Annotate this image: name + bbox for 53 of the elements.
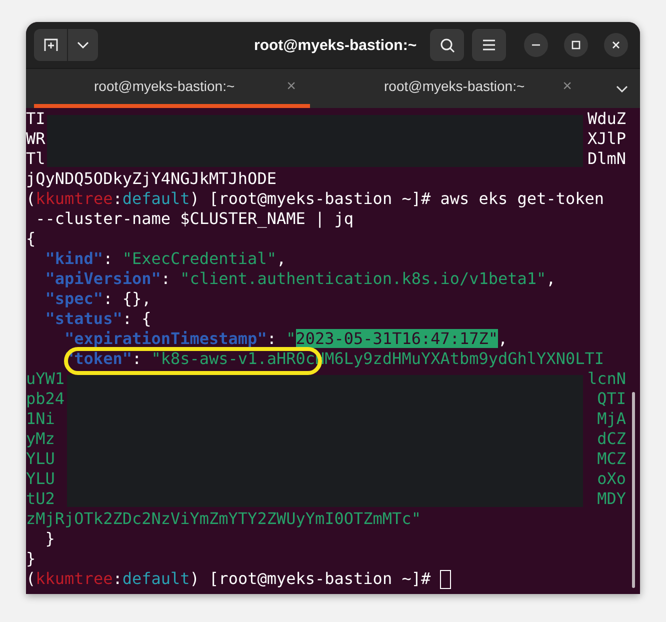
terminal-line: "status": { [44,309,152,329]
menu-icon [482,39,496,51]
terminal-line: "expirationTimestamp": "2023-05-31T16:47:17Z", [64,329,508,349]
terminal-text: oXo [597,469,626,489]
terminal-line: (kkumtree:default) [root@myeks-bastion ~]# [26,569,432,589]
terminal-text: Tl [26,149,46,169]
terminal-text: DlmN [587,149,626,169]
tab[interactable]: root@myeks-bastion:~ × [34,69,310,108]
terminal-text: yMz [26,429,55,449]
tab[interactable]: root@myeks-bastion:~ × [310,69,586,108]
terminal-text: XJlP [587,129,626,149]
terminal-text: WduZ [587,109,626,129]
terminal-line: --cluster-name $CLUSTER_NAME | jq [34,209,354,229]
terminal-text: pb24 [26,389,65,409]
terminal-text: WR [26,129,46,149]
terminal-text: uYW1 [26,369,65,389]
terminal-text: TI [26,109,46,129]
terminal-text: QTI [597,389,626,409]
minimize-icon [532,44,540,46]
terminal-line: } [26,549,36,569]
terminal-line: (kkumtree:default) [root@myeks-bastion ~]# aws eks get-token [26,189,604,209]
terminal-text: 1Ni [26,409,55,429]
terminal-text: MjA [597,409,626,429]
chevron-down-icon [77,41,89,49]
maximize-button[interactable] [564,33,588,57]
terminal-text: dCZ [597,429,626,449]
terminal-text: MDY [597,489,626,509]
terminal-line: { [26,229,36,249]
tab-close-button[interactable]: × [562,74,572,98]
new-tab-button[interactable] [34,29,68,61]
search-button[interactable] [430,29,464,61]
chevron-down-icon [616,84,628,92]
search-icon [440,38,454,52]
terminal-line: } [44,529,55,549]
maximize-icon [571,40,581,50]
terminal-line: zMjRjOTk2ZDc2NzViYmZmYTY2ZWUyYmI0OTZmMTc" [26,509,421,529]
minimize-button[interactable] [524,33,548,57]
window-title: root@myeks-bastion:~ [254,36,417,56]
close-icon [611,40,621,50]
terminal-line: "apiVersion": "client.authentication.k8s.io/v1beta1", [44,269,556,289]
terminal-text: MCZ [597,449,626,469]
terminal-text: YLU [26,469,55,489]
terminal-text: lcnN [587,369,626,389]
terminal-text: tU2 [26,489,55,509]
new-tab-icon [44,38,58,52]
menu-button[interactable] [472,29,506,61]
close-button[interactable] [604,33,628,57]
terminal-line: "kind": "ExecCredential", [44,249,286,269]
tab-close-button[interactable]: × [286,74,296,98]
dropdown-button[interactable] [68,29,98,61]
terminal-line: "spec": {}, [44,289,152,309]
terminal-line: jQyNDQ5ODkyZjY4NGJkMTJhODE [26,169,276,189]
terminal-text: YLU [26,449,55,469]
